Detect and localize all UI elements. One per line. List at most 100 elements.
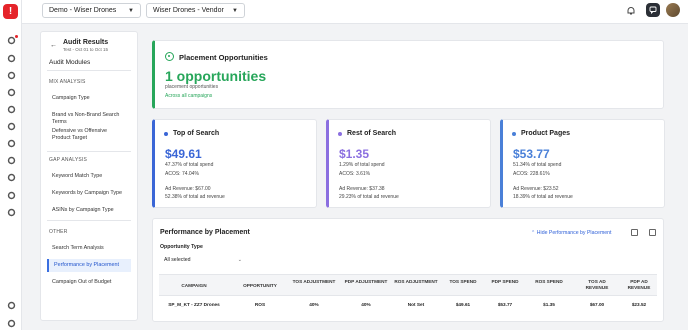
user-avatar[interactable] [666, 3, 680, 17]
placement-ad-revenue: Ad Revenue: $37.38 [339, 186, 385, 192]
chevron-down-icon: ▼ [128, 7, 134, 14]
nav-asins-by-campaign-type[interactable]: ASINs by Campaign Type [47, 207, 131, 214]
nav-keyword-match-type[interactable]: Keyword Match Type [47, 173, 131, 180]
column-header[interactable]: CAMPAIGN [159, 283, 229, 289]
users-icon[interactable] [6, 53, 16, 63]
opportunity-type-select[interactable]: All selected ⌄ [160, 254, 246, 266]
profile-select[interactable]: Wiser Drones - Vendor ▼ [146, 3, 245, 18]
account-select-value: Demo - Wiser Drones [49, 7, 117, 14]
table-cell: $23.52 [631, 302, 647, 307]
nav-search-term-analysis[interactable]: Search Term Analysis [47, 245, 131, 252]
column-header[interactable]: PDP SPEND [485, 279, 525, 285]
across-all-campaigns-link[interactable]: Across all campaigns [165, 93, 212, 99]
back-arrow-icon[interactable]: ← [50, 42, 57, 49]
opportunities-title: Placement Opportunities [179, 53, 268, 62]
placement-pct-spend: 1.29% of total spend [339, 162, 385, 168]
audit-modules-heading: Audit Modules [49, 59, 91, 66]
placement-acos: ACOS: 228.61% [513, 171, 550, 177]
settings-star-icon[interactable] [6, 155, 16, 165]
placement-acos: ACOS: 3.61% [339, 171, 371, 177]
columns-icon[interactable] [631, 229, 638, 236]
placement-spend: $53.77 [513, 147, 550, 161]
clock-icon[interactable] [6, 70, 16, 80]
series-dot [338, 132, 342, 136]
section-mix-analysis: MIX ANALYSIS [49, 79, 86, 85]
placement-spend: $1.35 [339, 147, 370, 161]
opportunity-type-value: All selected [164, 257, 191, 263]
icon-rail: ! [0, 0, 22, 330]
hide-performance-link[interactable]: ⌃ Hide Performance by Placement [531, 230, 611, 236]
nav-campaign-out-of-budget[interactable]: Campaign Out of Budget [47, 279, 131, 286]
account-select[interactable]: Demo - Wiser Drones ▼ [42, 3, 141, 18]
placement-pct-spend: 47.37% of total spend [165, 162, 214, 168]
chevron-down-icon: ⌄ [237, 257, 242, 263]
column-header[interactable]: TOS SPEND [443, 279, 483, 285]
chat-button[interactable] [646, 3, 660, 17]
grid-icon[interactable] [6, 87, 16, 97]
share-icon[interactable] [6, 121, 16, 131]
bell-icon[interactable] [626, 6, 636, 16]
placement-pct-revenue: 18.39% of total ad revenue [513, 194, 573, 200]
table-cell: $49.61 [455, 302, 471, 307]
table-row[interactable]: SP_M_KT - ZZ7 Drones ROS 40% 40% Not Set $49.… [159, 299, 657, 313]
series-dot [512, 132, 516, 136]
copyright-icon[interactable] [6, 190, 16, 200]
column-header[interactable]: ROS SPEND [529, 279, 569, 285]
table-header: CAMPAIGN OPPORTUNITY TOS ADJUSTMENT PDP ADJ… [159, 274, 657, 296]
column-header[interactable]: PDP AD REVENUE [619, 279, 659, 291]
placement-pct-spend: 51.34% of total spend [513, 162, 562, 168]
table-cell: Not Set [407, 302, 425, 307]
chat-icon [649, 6, 657, 14]
top-bar: Demo - Wiser Drones ▼ Wiser Drones - Ven… [22, 0, 688, 24]
placement-opportunities-card: Placement Opportunities 1 opportunities … [152, 40, 664, 109]
nav-performance-by-placement[interactable]: Performance by Placement [47, 259, 131, 272]
divider [47, 70, 131, 71]
account-icon[interactable] [6, 300, 16, 310]
column-header[interactable]: TOS ADJUSTMENT [289, 279, 339, 285]
placement-pct-revenue: 29.23% of total ad revenue [339, 194, 399, 200]
column-header[interactable]: ROS ADJUSTMENT [391, 279, 441, 285]
search-doc-icon[interactable] [6, 138, 16, 148]
hide-performance-label: Hide Performance by Placement [536, 230, 612, 236]
column-header[interactable]: TOS AD REVENUE [577, 279, 617, 291]
opportunities-subtitle: placement opportunities [165, 84, 219, 90]
section-gap-analysis: GAP ANALYSIS [49, 157, 88, 163]
notification-dot [15, 35, 18, 38]
nav-keywords-by-campaign-type[interactable]: Keywords by Campaign Type [47, 190, 131, 197]
opportunities-count: 1 opportunities [165, 68, 267, 84]
target-icon [165, 52, 174, 61]
table-cell: $53.77 [497, 302, 513, 307]
table-cell: $1.35 [543, 302, 555, 307]
nav-campaign-type[interactable]: Campaign Type [47, 95, 131, 102]
table-cell: SP_M_KT - ZZ7 Drones [168, 302, 220, 307]
series-dot [164, 132, 168, 136]
globe-icon[interactable] [6, 207, 16, 217]
top-of-search-card: Top of Search $49.61 47.37% of total spe… [152, 119, 317, 208]
audit-date-range: Test - Oct 01 to Oct 15 [63, 47, 109, 52]
table-cell: 40% [309, 302, 319, 307]
table-cell: $67.00 [589, 302, 605, 307]
placement-title: Rest of Search [347, 130, 397, 137]
placement-ad-revenue: Ad Revenue: $23.52 [513, 186, 559, 192]
table-cell: ROS [254, 302, 266, 307]
app-logo[interactable]: ! [3, 4, 18, 19]
profile-select-value: Wiser Drones - Vendor [153, 7, 224, 14]
audit-sidebar: ← Audit Results Test - Oct 01 to Oct 15 … [40, 31, 138, 321]
nav-defensive-vs-offensive[interactable]: Defensive vs Offensive Product Target [47, 128, 127, 142]
divider [47, 220, 131, 221]
placement-pct-revenue: 52.38% of total ad revenue [165, 194, 225, 200]
logo-letter: ! [8, 6, 13, 17]
product-pages-card: Product Pages $53.77 51.34% of total spe… [500, 119, 665, 208]
wand-icon[interactable] [6, 172, 16, 182]
column-header[interactable]: PDP ADJUSTMENT [341, 279, 391, 285]
layers-icon[interactable] [6, 104, 16, 114]
export-icon[interactable] [649, 229, 656, 236]
placement-title: Top of Search [173, 130, 220, 137]
column-header[interactable]: OPPORTUNITY [235, 283, 285, 289]
rest-of-search-card: Rest of Search $1.35 1.29% of total spen… [326, 119, 491, 208]
audit-results-title: Audit Results [63, 39, 109, 46]
section-other: OTHER [49, 229, 68, 235]
table-cell: 40% [361, 302, 371, 307]
gear-icon[interactable] [6, 318, 16, 328]
nav-brand-vs-non-brand[interactable]: Brand vs Non-Brand Search Terms [47, 112, 131, 126]
